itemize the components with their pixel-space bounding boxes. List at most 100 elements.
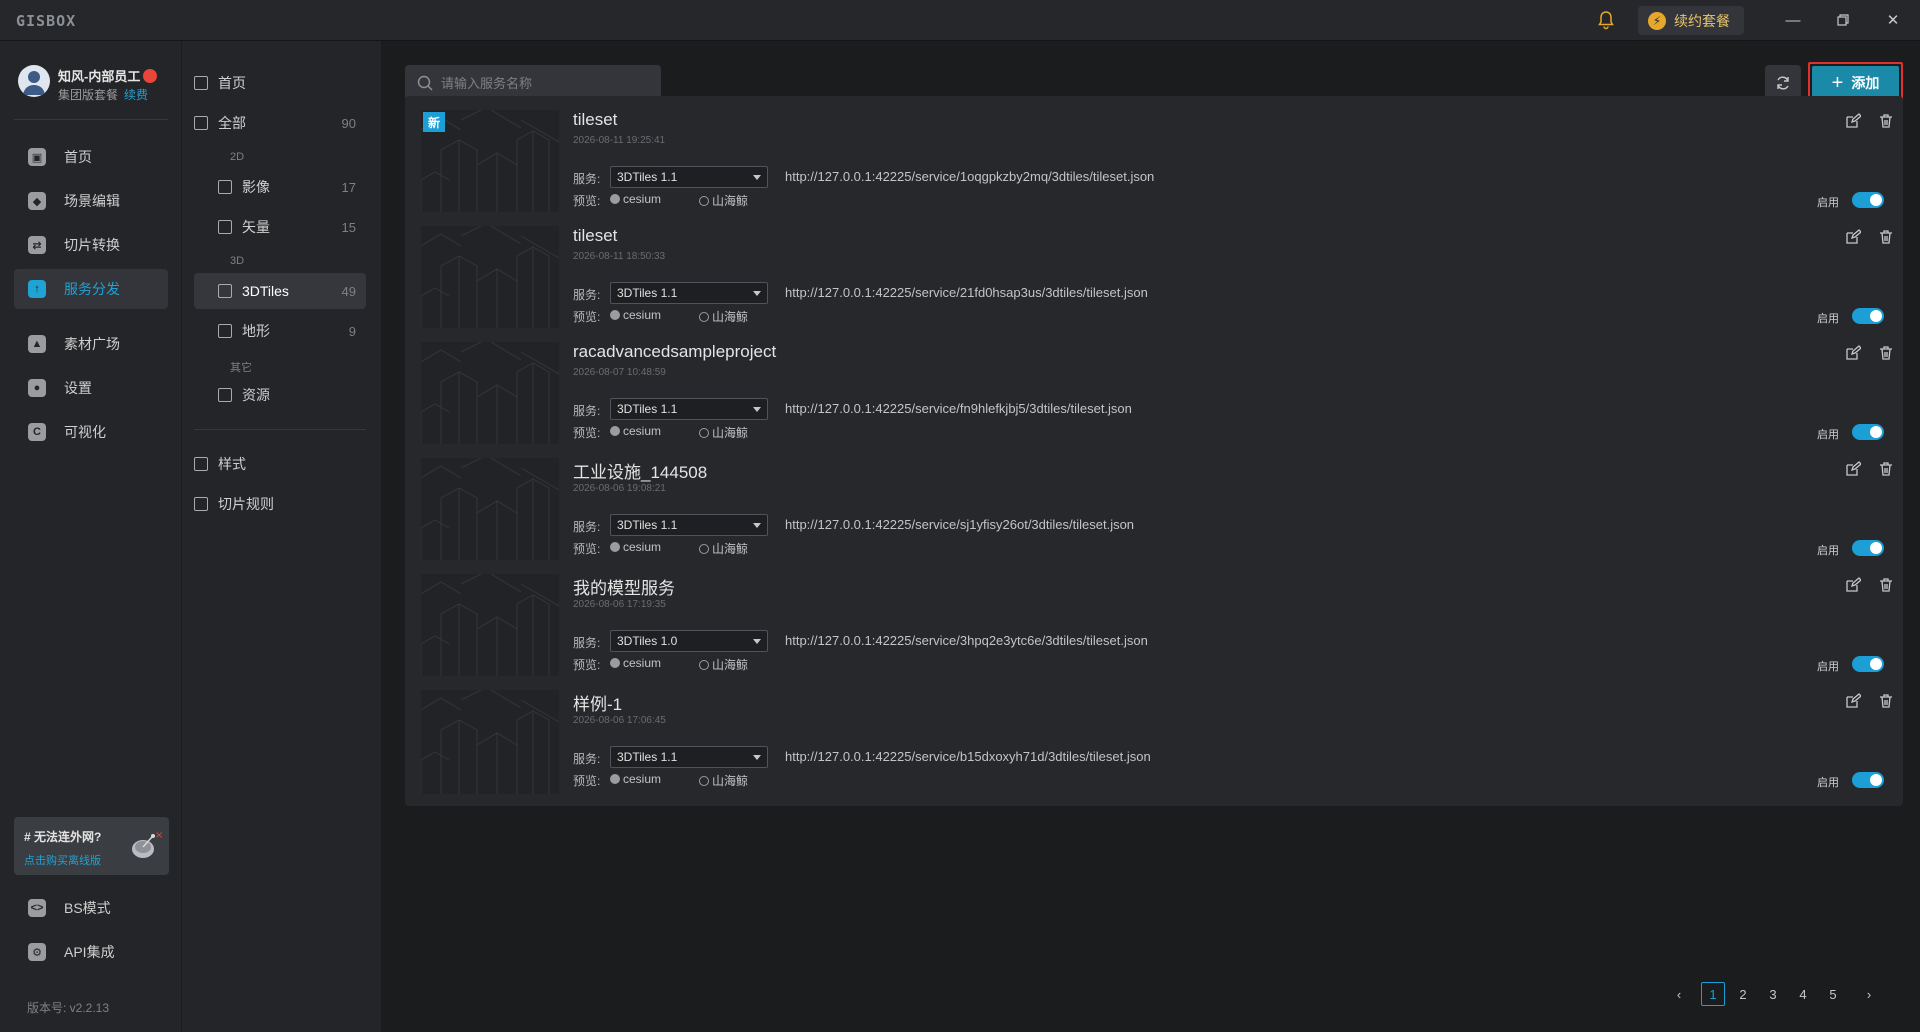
- subnav-image[interactable]: 影像 17: [218, 169, 366, 205]
- enable-toggle[interactable]: [1852, 192, 1884, 208]
- minimize-icon[interactable]: —: [1780, 8, 1806, 32]
- enable-toggle[interactable]: [1852, 656, 1884, 672]
- close-icon[interactable]: ✕: [1880, 8, 1906, 32]
- edit-icon[interactable]: [1842, 574, 1864, 596]
- shanhai-icon: [699, 311, 709, 322]
- preview-shanhai-link[interactable]: 山海鲸: [699, 192, 748, 209]
- service-type-select[interactable]: 3DTiles 1.1: [610, 282, 768, 304]
- subnav-all[interactable]: 全部 90: [194, 105, 366, 141]
- preview-cesium-link[interactable]: cesium: [610, 656, 661, 670]
- service-type-select[interactable]: 3DTiles 1.1: [610, 514, 768, 536]
- avatar: [18, 65, 50, 97]
- enable-label: 启用: [1817, 429, 1839, 441]
- preview-shanhai-link[interactable]: 山海鲸: [699, 424, 748, 441]
- service-card[interactable]: tileset 2026-08-11 18:50:33 服务: 3DTiles 1.1…: [405, 212, 1903, 342]
- sidebar-item-service-distribution[interactable]: ↑ 服务分发: [14, 269, 168, 309]
- page-4[interactable]: 4: [1791, 982, 1815, 1006]
- shanhai-icon: [699, 427, 709, 438]
- subnav-style[interactable]: 样式: [194, 446, 366, 482]
- enable-toggle[interactable]: [1852, 308, 1884, 324]
- service-type-select[interactable]: 3DTiles 1.0: [610, 630, 768, 652]
- service-url[interactable]: http://127.0.0.1:42225/service/1oqgpkzby…: [785, 169, 1154, 184]
- service-card[interactable]: 工业设施_144508 2026-08-06 19:08:21 服务: 3DTiles…: [405, 444, 1903, 574]
- sidebar-item-scene-edit[interactable]: ◆ 场景编辑: [14, 181, 168, 221]
- edit-icon[interactable]: [1842, 110, 1864, 132]
- subnav-resource[interactable]: 资源: [218, 377, 366, 413]
- subnav-vector[interactable]: 矢量 15: [218, 209, 366, 245]
- preview-shanhai-link[interactable]: 山海鲸: [699, 540, 748, 557]
- preview-shanhai-link[interactable]: 山海鲸: [699, 772, 748, 789]
- preview-cesium-link[interactable]: cesium: [610, 772, 661, 786]
- delete-icon[interactable]: [1875, 690, 1897, 712]
- subnav-3dtiles[interactable]: 3DTiles 49: [194, 273, 366, 309]
- sidebar-item-material-plaza[interactable]: ▲ 素材广场: [14, 324, 168, 364]
- service-type-select[interactable]: 3DTiles 1.1: [610, 166, 768, 188]
- promo-link[interactable]: 点击购买离线版: [24, 852, 101, 868]
- prev-page-icon[interactable]: ‹: [1667, 982, 1691, 1006]
- offline-promo[interactable]: # 无法连外网? 点击购买离线版 ×: [14, 817, 169, 875]
- service-card[interactable]: 样例-1 2026-08-06 17:06:45 服务: 3DTiles 1.1 htt…: [405, 676, 1903, 806]
- search-input[interactable]: [441, 75, 651, 91]
- service-card[interactable]: 我的模型服务 2026-08-06 17:19:35 服务: 3DTiles 1.0 h…: [405, 560, 1903, 690]
- terrain-icon: [218, 324, 232, 338]
- service-type-select[interactable]: 3DTiles 1.1: [610, 398, 768, 420]
- service-card[interactable]: 新 tileset 2026-08-11 19:25:41 服务: 3DTiles 1.…: [405, 96, 1903, 226]
- subnav-tile-rule[interactable]: 切片规则: [194, 486, 366, 522]
- preview-label: 预览:: [573, 310, 601, 324]
- preview-shanhai-link[interactable]: 山海鲸: [699, 656, 748, 673]
- category-sidebar: 首页 全部 90 2D 影像 17 矢量 15 3D 3DTiles 49 地形 9 其它…: [181, 41, 381, 1032]
- delete-icon[interactable]: [1875, 574, 1897, 596]
- page-1[interactable]: 1: [1701, 982, 1725, 1006]
- enable-toggle[interactable]: [1852, 540, 1884, 556]
- sidebar-item-home[interactable]: ▣ 首页: [14, 137, 168, 177]
- renew-link[interactable]: 续费: [124, 88, 148, 102]
- edit-icon[interactable]: [1842, 226, 1864, 248]
- service-url[interactable]: http://127.0.0.1:42225/service/sj1yfisy2…: [785, 517, 1134, 532]
- sidebar-item-api[interactable]: ⚙ API集成: [14, 932, 168, 972]
- service-url[interactable]: http://127.0.0.1:42225/service/21fd0hsap…: [785, 285, 1148, 300]
- sidebar-item-settings[interactable]: ● 设置: [14, 368, 168, 408]
- bell-icon[interactable]: [1596, 10, 1616, 30]
- preview-cesium-link[interactable]: cesium: [610, 424, 661, 438]
- service-url[interactable]: http://127.0.0.1:42225/service/b15dxoxyh…: [785, 749, 1151, 764]
- delete-icon[interactable]: [1875, 342, 1897, 364]
- service-url[interactable]: http://127.0.0.1:42225/service/3hpq2e3yt…: [785, 633, 1148, 648]
- sidebar-item-bs-mode[interactable]: <> BS模式: [14, 888, 168, 928]
- subnav-terrain[interactable]: 地形 9: [218, 313, 366, 349]
- page-5[interactable]: 5: [1821, 982, 1845, 1006]
- service-name: 我的模型服务: [573, 579, 675, 598]
- svg-text:×: ×: [155, 830, 162, 841]
- restore-icon[interactable]: [1830, 8, 1856, 32]
- preview-cesium-link[interactable]: cesium: [610, 192, 661, 206]
- user-profile[interactable]: 知风-内部员工 集团版套餐 续费: [18, 64, 168, 104]
- edit-icon[interactable]: [1842, 342, 1864, 364]
- page-2[interactable]: 2: [1731, 982, 1755, 1006]
- subnav-home[interactable]: 首页: [194, 65, 366, 101]
- chevron-down-icon: [753, 291, 761, 296]
- preview-cesium-link[interactable]: cesium: [610, 540, 661, 554]
- message-badge-icon[interactable]: [143, 69, 158, 83]
- delete-icon[interactable]: [1875, 110, 1897, 132]
- service-card[interactable]: racadvancedsampleproject 2026-08-07 10:48…: [405, 328, 1903, 458]
- sidebar-item-visualization[interactable]: C 可视化: [14, 412, 168, 452]
- add-service-button[interactable]: + 添加: [1812, 66, 1899, 100]
- edit-icon[interactable]: [1842, 458, 1864, 480]
- delete-icon[interactable]: [1875, 226, 1897, 248]
- enable-toggle[interactable]: [1852, 772, 1884, 788]
- service-url[interactable]: http://127.0.0.1:42225/service/fn9hlefkj…: [785, 401, 1132, 416]
- enable-toggle[interactable]: [1852, 424, 1884, 440]
- sidebar-item-tile-convert[interactable]: ⇄ 切片转换: [14, 225, 168, 265]
- page-3[interactable]: 3: [1761, 982, 1785, 1006]
- chevron-down-icon: [753, 639, 761, 644]
- toggle-knob: [1870, 310, 1882, 322]
- edit-icon[interactable]: [1842, 690, 1864, 712]
- preview-shanhai-link[interactable]: 山海鲸: [699, 308, 748, 325]
- next-page-icon[interactable]: ›: [1857, 982, 1881, 1006]
- search-icon: [417, 75, 433, 91]
- home-icon: ▣: [28, 148, 46, 166]
- delete-icon[interactable]: [1875, 458, 1897, 480]
- enable-label: 启用: [1817, 545, 1839, 557]
- preview-cesium-link[interactable]: cesium: [610, 308, 661, 322]
- service-type-select[interactable]: 3DTiles 1.1: [610, 746, 768, 768]
- renew-plan-button[interactable]: ⚡ 续约套餐: [1638, 6, 1744, 35]
